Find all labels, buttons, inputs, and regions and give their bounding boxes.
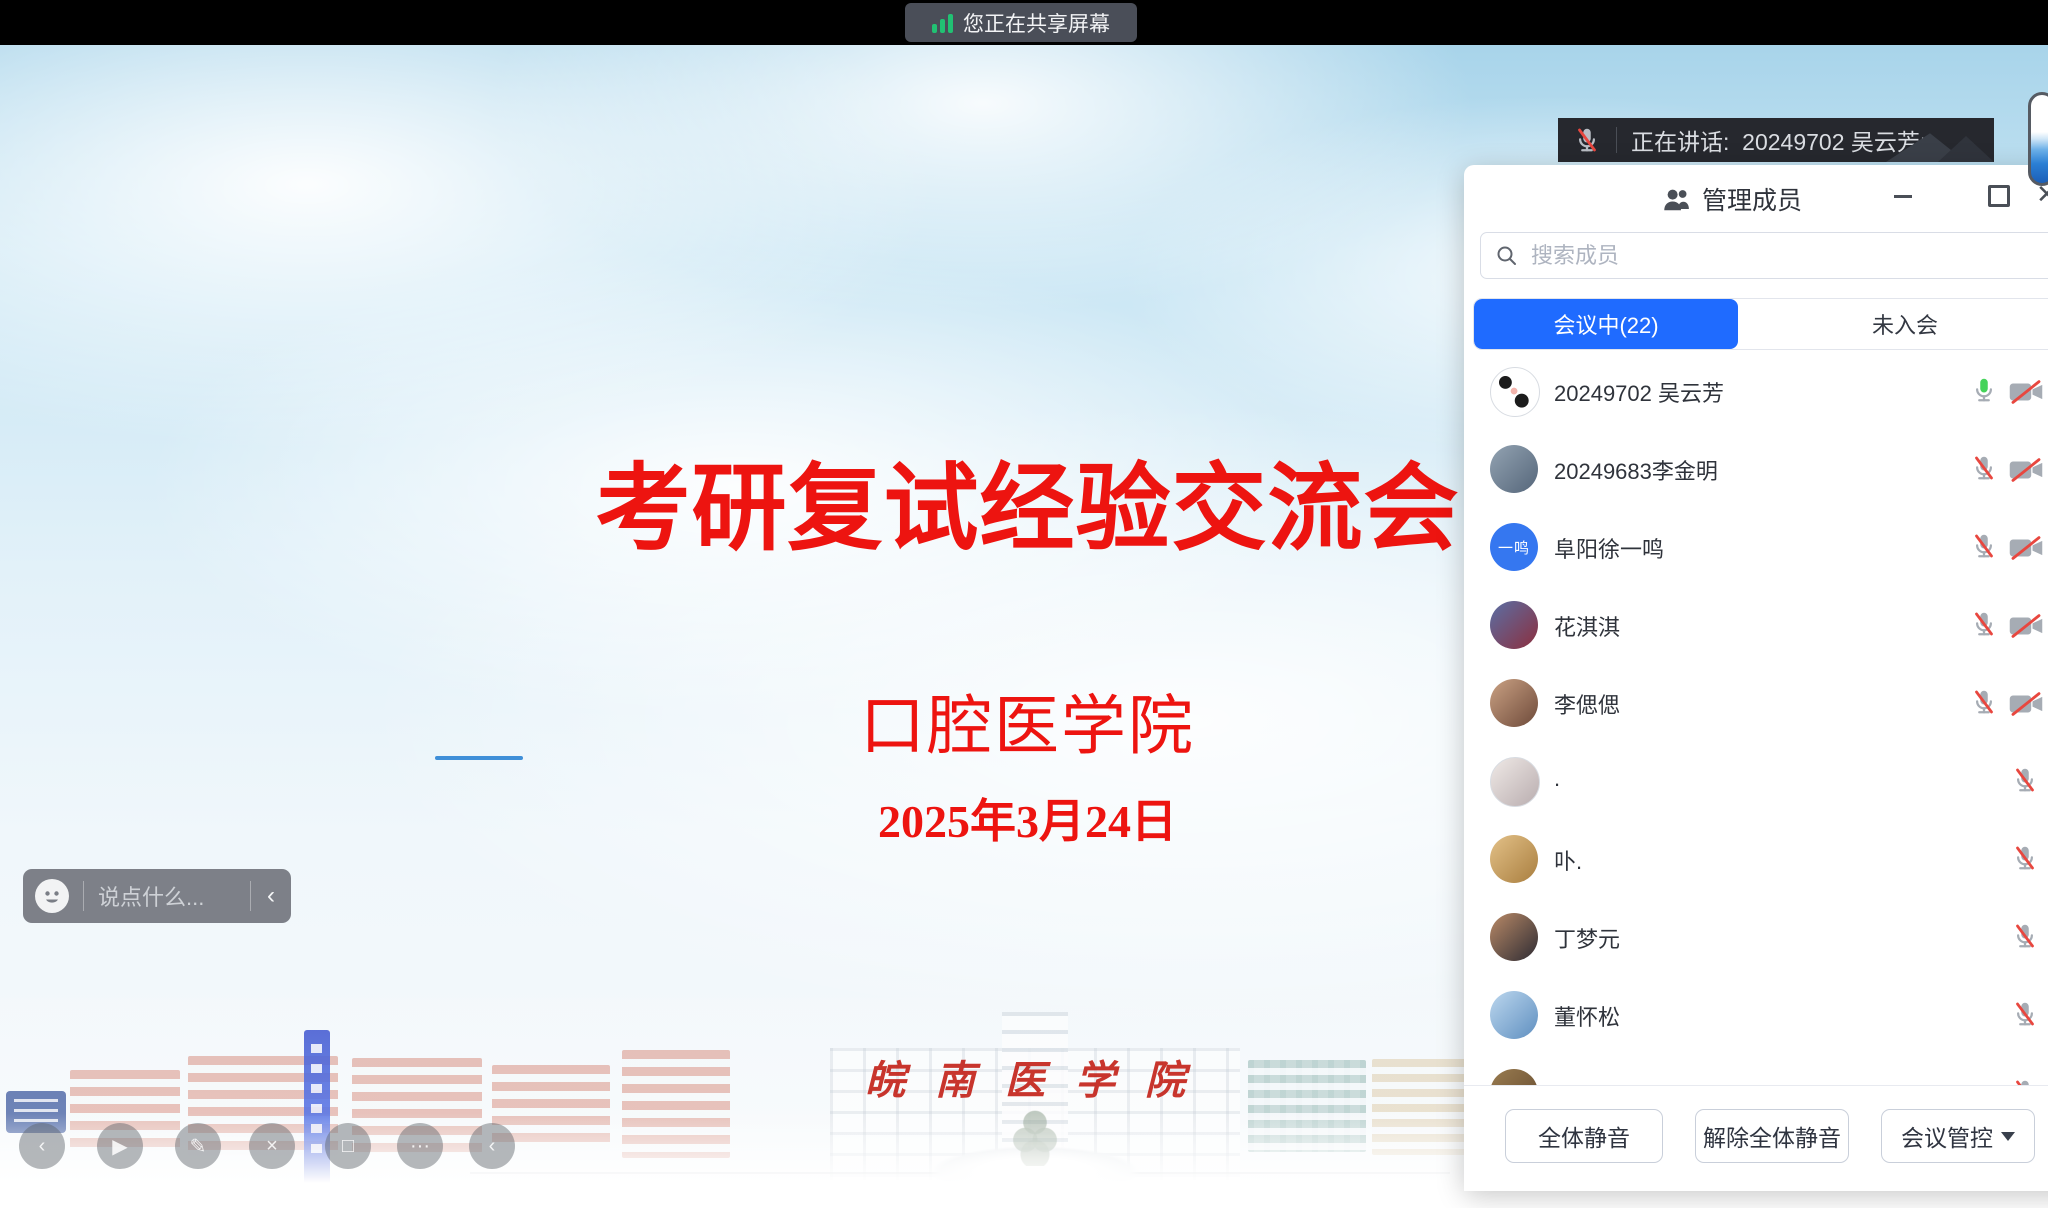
building-sign-text: 皖南医学院 [855,1048,1225,1106]
meeting-control-button[interactable]: 会议管控 [1881,1109,2035,1163]
close-icon[interactable]: × [249,1123,295,1169]
divider [250,881,251,911]
play-icon[interactable]: ▶ [97,1123,143,1169]
manage-members-panel: 管理成员 ✕ 会议中(22) 未入会 20249702 吴云芳 [1464,165,2048,1190]
avatar [1490,757,1540,807]
camera-status-icon[interactable] [2008,457,2044,483]
speaking-label: 正在讲话: [1631,129,1729,155]
speaking-banner: 正在讲话: 20249702 吴云芳: [1558,118,1994,162]
member-list: 20249702 吴云芳 20249683李金明 [1464,352,2048,1085]
mic-status-icon[interactable] [2010,1077,2040,1085]
mic-status-icon[interactable] [2010,999,2040,1029]
top-bar: 您正在共享屏幕 [0,0,2048,45]
dropdown-caret-icon [2001,1132,2015,1141]
camera-status-icon[interactable] [2008,691,2044,717]
volume-level-indicator [2028,92,2048,186]
camera-status-icon[interactable] [2008,613,2044,639]
share-signal-icon [932,13,953,33]
camera-status-icon[interactable] [2008,535,2044,561]
maximize-button[interactable] [1988,185,2010,207]
mic-status-icon[interactable] [2010,765,2040,795]
chat-quick-bar[interactable]: 说点什么... ‹ [23,869,291,923]
avatar: 一鸣 [1490,523,1538,571]
screen-share-status-pill: 您正在共享屏幕 [905,3,1137,42]
member-row[interactable]: 丁梦元 [1464,898,2048,976]
divider [1616,127,1617,153]
avatar [1490,913,1538,961]
avatar [1490,445,1538,493]
camera-status-icon[interactable] [2008,379,2044,405]
search-icon [1495,244,1519,268]
panel-footer: 全体静音 解除全体静音 会议管控 [1464,1085,2048,1191]
slide-subtitle: 口腔医学院 [590,673,1465,767]
chat-collapse-chevron[interactable]: ‹ [267,882,275,910]
mic-status-icon[interactable] [1969,687,1999,717]
chat-input[interactable]: 说点什么... [98,880,236,912]
member-name: 董怀松 [1554,1000,1620,1032]
members-icon [1662,186,1692,212]
mic-status-icon[interactable] [2010,843,2040,873]
member-name: 卟. [1554,844,1582,876]
mic-status-icon[interactable] [1969,453,1999,483]
avatar [1490,367,1540,417]
muted-mic-icon [1572,125,1602,155]
avatar [1490,991,1538,1039]
member-name: 阜阳徐一鸣 [1554,532,1664,564]
member-name: 20249683李金明 [1554,454,1718,486]
slide-title: 考研复试经验交流会 [590,432,1465,569]
tab-not-joined[interactable]: 未入会 [1738,299,2048,349]
tab-in-meeting[interactable]: 会议中(22) [1474,299,1738,349]
share-status-text: 您正在共享屏幕 [963,8,1110,38]
member-row[interactable]: 一鸣 阜阳徐一鸣 [1464,508,2048,586]
member-row[interactable]: . [1464,742,2048,820]
panel-title: 管理成员 [1702,181,1802,217]
member-name: . [1554,766,1560,792]
pencil-icon[interactable]: ✎ [175,1123,221,1169]
member-row[interactable]: 李偲偲 [1464,664,2048,742]
member-row[interactable]: 卟. [1464,820,2048,898]
avatar [1490,679,1538,727]
avatar [1490,601,1538,649]
member-name: 花淇淇 [1554,610,1620,642]
slide-date: 2025年3月24日 [590,785,1465,851]
member-name: 20249702 吴云芳 [1554,376,1724,408]
chevron-left-icon[interactable]: ‹ [19,1123,65,1169]
more-icon[interactable]: ··· [397,1123,443,1169]
search-input[interactable] [1529,235,2048,277]
member-row[interactable]: 董怀松 [1464,976,2048,1054]
member-search-box[interactable] [1480,232,2048,279]
member-name: 丁梦元 [1554,922,1620,954]
avatar [1490,835,1538,883]
minimize-button[interactable] [1894,195,1912,198]
member-row[interactable]: 20249683李金明 [1464,430,2048,508]
member-tabs: 会议中(22) 未入会 [1473,298,2048,350]
screen-icon[interactable]: □ [325,1123,371,1169]
mic-status-icon[interactable] [1969,609,1999,639]
collapse-icon[interactable]: ‹ [469,1123,515,1169]
mic-status-icon[interactable] [1969,531,1999,561]
member-name: 李偲偲 [1554,688,1620,720]
mic-status-icon[interactable] [1969,375,1999,405]
unmute-all-button[interactable]: 解除全体静音 [1695,1109,1849,1163]
mute-all-button[interactable]: 全体静音 [1505,1109,1663,1163]
speaker-name: 20249702 吴云芳: [1742,129,1926,155]
member-row[interactable]: 花淇淇 [1464,586,2048,664]
avatar [1490,1069,1538,1085]
emoji-smiley-icon[interactable] [35,879,69,913]
slide-blue-underline [435,756,523,760]
member-row[interactable]: 20249702 吴云芳 [1464,352,2048,430]
panel-header: 管理成员 ✕ [1464,165,2048,229]
member-row[interactable] [1464,1054,2048,1085]
divider [83,881,84,911]
mic-status-icon[interactable] [2010,921,2040,951]
